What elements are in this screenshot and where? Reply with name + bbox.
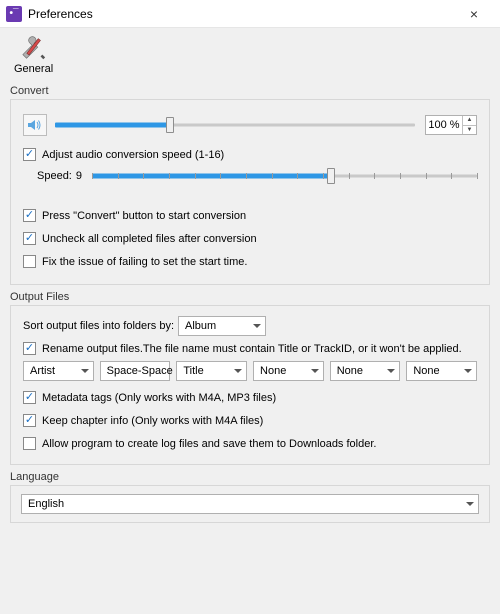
speed-slider[interactable] — [92, 167, 477, 185]
chevron-down-icon — [466, 502, 474, 506]
chevron-down-icon — [311, 369, 319, 373]
tab-general-label: General — [14, 63, 53, 75]
fix-start-time-label: Fix the issue of failing to set the star… — [42, 256, 247, 268]
app-icon: •¯ — [6, 6, 22, 22]
rename-label: Rename output files.The file name must c… — [42, 343, 462, 355]
press-convert-label: Press "Convert" button to start conversi… — [42, 210, 246, 222]
volume-slider[interactable] — [55, 116, 415, 134]
volume-icon-button[interactable] — [23, 114, 47, 136]
chevron-down-icon — [234, 369, 242, 373]
volume-spinner-down[interactable]: ▼ — [463, 126, 476, 135]
language-select[interactable]: English — [21, 494, 479, 514]
section-output: Output Files Sort output files into fold… — [10, 291, 490, 465]
language-value: English — [28, 498, 460, 510]
log-checkbox[interactable] — [23, 437, 36, 450]
volume-icon — [27, 118, 43, 132]
adjust-speed-label: Adjust audio conversion speed (1-16) — [42, 149, 224, 161]
filename-parts-row: Artist Space-Space Title None None None — [23, 361, 477, 381]
volume-value: 100 % — [426, 119, 462, 131]
chapter-label: Keep chapter info (Only works with M4A f… — [42, 415, 263, 427]
chevron-down-icon — [81, 369, 89, 373]
metadata-checkbox[interactable] — [23, 391, 36, 404]
section-convert-header: Convert — [10, 85, 490, 99]
volume-spinner[interactable]: 100 % ▲ ▼ — [425, 115, 477, 135]
log-label: Allow program to create log files and sa… — [42, 438, 376, 450]
adjust-speed-checkbox[interactable] — [23, 148, 36, 161]
rename-checkbox[interactable] — [23, 342, 36, 355]
filename-part-3[interactable]: Title — [176, 361, 247, 381]
press-convert-checkbox[interactable] — [23, 209, 36, 222]
tab-general[interactable]: General — [10, 34, 57, 79]
section-language-header: Language — [10, 471, 490, 485]
tools-icon — [19, 36, 49, 62]
volume-spinner-up[interactable]: ▲ — [463, 116, 476, 126]
window-title: Preferences — [28, 7, 454, 21]
fix-start-time-checkbox[interactable] — [23, 255, 36, 268]
sort-select-value: Album — [185, 320, 247, 332]
close-button[interactable]: × — [454, 0, 494, 28]
filename-part-4[interactable]: None — [253, 361, 324, 381]
chevron-down-icon — [464, 369, 472, 373]
filename-part-5[interactable]: None — [330, 361, 401, 381]
chevron-down-icon — [387, 369, 395, 373]
section-output-header: Output Files — [10, 291, 490, 305]
filename-part-6[interactable]: None — [406, 361, 477, 381]
titlebar: •¯ Preferences × — [0, 0, 500, 28]
sort-label: Sort output files into folders by: — [23, 320, 174, 332]
uncheck-completed-label: Uncheck all completed files after conver… — [42, 233, 257, 245]
speed-value: 9 — [76, 170, 82, 182]
section-convert: Convert 100 % ▲ — [10, 85, 490, 285]
speed-label: Speed: — [37, 170, 72, 182]
sort-select[interactable]: Album — [178, 316, 266, 336]
metadata-label: Metadata tags (Only works with M4A, MP3 … — [42, 392, 276, 404]
chevron-down-icon — [253, 324, 261, 328]
filename-part-2[interactable]: Space-Space — [100, 361, 171, 381]
uncheck-completed-checkbox[interactable] — [23, 232, 36, 245]
filename-part-1[interactable]: Artist — [23, 361, 94, 381]
section-language: Language English — [10, 471, 490, 523]
chapter-checkbox[interactable] — [23, 414, 36, 427]
